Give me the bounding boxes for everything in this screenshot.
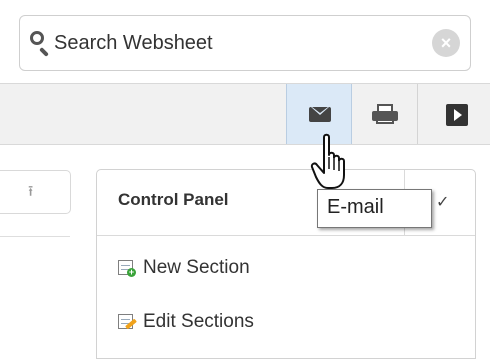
upload-icon[interactable]: ⭱ [28, 184, 33, 200]
search-icon-handle [39, 47, 49, 57]
envelope-icon [309, 107, 331, 122]
edit-sections-link[interactable]: Edit Sections [118, 311, 254, 333]
print-button[interactable] [352, 84, 418, 144]
control-panel-title: Control Panel [118, 190, 229, 209]
new-section-link[interactable]: + New Section [118, 257, 250, 279]
toolbar [0, 83, 490, 145]
search-box[interactable]: Search Websheet × [19, 15, 471, 71]
play-icon [446, 104, 468, 126]
edit-sections-label: Edit Sections [143, 311, 254, 332]
printer-icon [377, 104, 393, 111]
tooltip-text: E-mail [327, 196, 384, 218]
printer-tray [376, 119, 394, 124]
search-input[interactable]: Search Websheet [54, 31, 213, 55]
edit-sections-icon [118, 313, 137, 331]
divider [0, 236, 70, 237]
collapse-icon[interactable]: ✓ [436, 192, 449, 212]
clear-icon[interactable]: × [432, 29, 460, 57]
tooltip: E-mail [317, 189, 432, 228]
hand-cursor-icon [310, 133, 345, 189]
new-section-label: New Section [143, 257, 250, 278]
collapsed-panel-tab[interactable]: ⭱ [0, 170, 71, 214]
new-section-icon: + [118, 259, 136, 277]
search-icon [30, 31, 44, 45]
present-button[interactable] [418, 84, 490, 144]
